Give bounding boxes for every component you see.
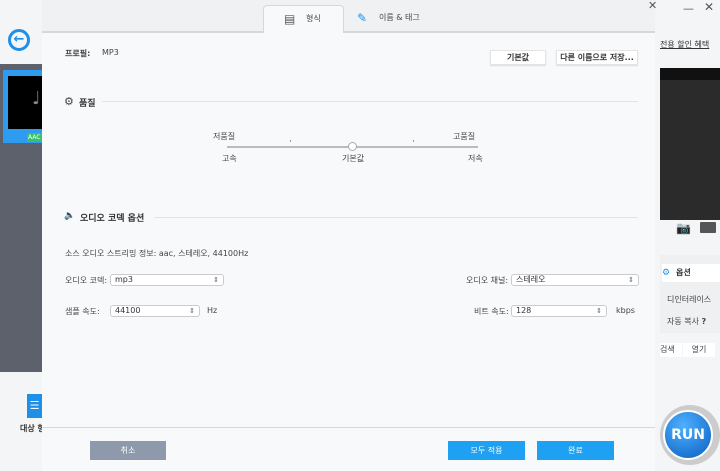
slider-tick (413, 140, 414, 142)
quality-title: 품질 (79, 99, 96, 109)
video-preview (660, 68, 720, 220)
format-dialog: ▤ 형식 ✎ 이름 & 태그 ✕ 프로필: MP3 기본값 다른 이름으로 저장… (42, 0, 657, 471)
tab-bar (42, 0, 655, 33)
gear-icon: ⚙ (64, 95, 74, 108)
gear-icon: ⚙ (662, 268, 671, 278)
tab-name-tag-label: 이름 & 태그 (379, 13, 420, 22)
tab-format[interactable]: ▤ 형식 (263, 5, 344, 33)
deinterlace-checkbox[interactable]: 디인터레이스 (667, 294, 711, 305)
dialog-close-icon[interactable]: ✕ (648, 0, 657, 12)
default-button[interactable]: 기본값 (490, 50, 546, 65)
divider (102, 101, 638, 102)
profile-label: 프로필: (65, 49, 91, 58)
slider-tick (290, 140, 291, 142)
tab-name-tag[interactable]: ✎ 이름 & 태그 (357, 5, 457, 33)
high-quality-label: 고품질 (453, 132, 476, 141)
codec-title: 오디오 코덱 옵션 (80, 214, 145, 224)
slow-label: 저속 (468, 154, 483, 163)
quality-slider-thumb[interactable] (348, 142, 357, 151)
promo-link[interactable]: 전용 할인 혜택 (660, 39, 709, 50)
apply-all-button[interactable]: 모두 적용 (448, 441, 525, 460)
bitrate-unit: kbps (616, 306, 635, 315)
open-button[interactable]: 열기 (683, 343, 715, 357)
window-close-icon[interactable]: ✕ (704, 0, 714, 14)
tag-edit-icon: ✎ (357, 11, 368, 25)
save-as-button[interactable]: 다른 이름으로 저장... (556, 50, 638, 65)
source-info: 소스 오디오 스트리밍 정보: aac, 스테레오, 44100Hz (65, 249, 249, 258)
bitrate-label: 비트 속도: (474, 307, 509, 316)
channel-label: 오디오 채널: (466, 276, 509, 285)
sample-rate-unit: Hz (207, 306, 218, 315)
low-quality-label: 저품질 (213, 132, 236, 141)
profile-value: MP3 (102, 48, 119, 57)
speaker-icon: 🔈 (64, 211, 76, 221)
done-button[interactable]: 완료 (537, 441, 614, 460)
search-button[interactable]: 검색 (660, 343, 682, 357)
target-format-icon[interactable]: ☰ (27, 394, 42, 418)
channel-select[interactable]: 스테레오 (511, 274, 639, 286)
bitrate-select[interactable]: 128 (511, 305, 607, 317)
folder-icon[interactable] (700, 222, 716, 233)
sample-rate-select[interactable]: 44100 (110, 305, 200, 317)
run-button[interactable]: RUN (663, 410, 713, 460)
options-button[interactable]: 옵션 (662, 264, 720, 282)
back-arrow-icon[interactable]: ← (8, 29, 30, 51)
format-settings-icon: ▤ (284, 12, 296, 26)
default-label: 기본값 (342, 154, 365, 163)
audio-codec-select[interactable]: mp3 (110, 274, 224, 286)
camera-icon[interactable]: 📷 (676, 221, 691, 235)
audio-codec-label: 오디오 코덱: (65, 276, 108, 285)
format-badge: AAC (27, 133, 42, 142)
divider (154, 217, 638, 218)
auto-copy-label: 자동 복사 (667, 317, 699, 326)
help-icon[interactable]: ? (702, 317, 707, 326)
fast-label: 고속 (222, 154, 237, 163)
cancel-button[interactable]: 취소 (90, 441, 166, 460)
music-note-icon: ♩ (8, 76, 42, 129)
sample-rate-label: 샘플 속도: (65, 307, 100, 316)
options-label: 옵션 (676, 268, 691, 277)
footer-divider (42, 427, 655, 428)
auto-copy-checkbox[interactable]: 자동 복사 ? (667, 316, 706, 327)
minimize-icon[interactable]: — (683, 2, 694, 15)
